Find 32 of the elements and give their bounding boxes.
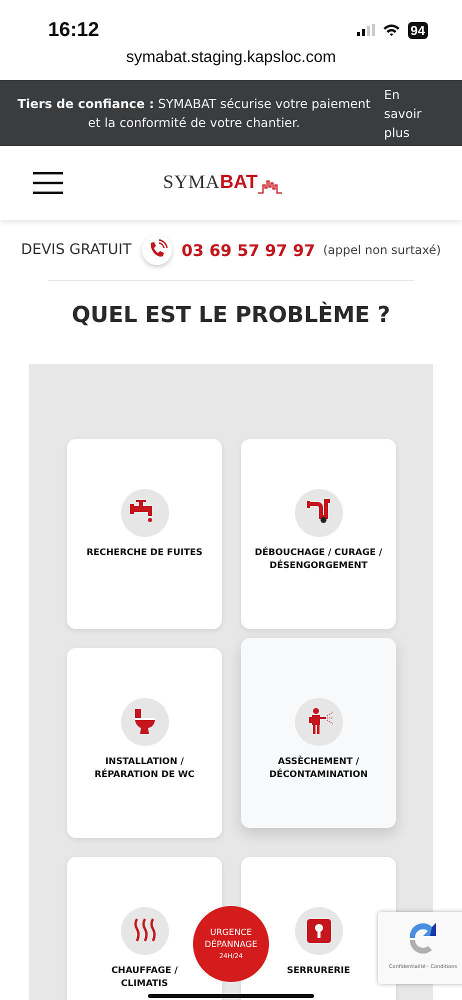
heat-waves-icon [120, 907, 168, 955]
faucet-icon [120, 489, 168, 537]
address-bar-url[interactable]: symabat.staging.kapsloc.com [0, 49, 462, 67]
service-label: DÉBOUCHAGE / CURAGE / DÉSENGORGEMENT [254, 547, 384, 573]
menu-icon [33, 172, 63, 194]
keyhole-icon [294, 907, 342, 955]
learn-more-link[interactable]: En savoir plus [384, 84, 432, 142]
service-card[interactable]: RECHERCHE DE FUITES [67, 439, 222, 629]
skyline-icon [258, 178, 282, 194]
service-card[interactable]: DÉBOUCHAGE / CURAGE / DÉSENGORGEMENT [241, 439, 396, 629]
signal-icon [356, 24, 375, 36]
logo-wordmark[interactable]: BAT [220, 172, 258, 194]
service-label: RECHERCHE DE FUITES [86, 547, 203, 560]
service-label: SERRURERIE [286, 965, 350, 978]
service-label: INSTALLATION / RÉPARATION DE WC [93, 756, 196, 782]
pipe-icon [294, 489, 342, 537]
toilet-icon [120, 698, 168, 746]
wifi-icon [382, 24, 400, 36]
clock-time: 16:12 [48, 18, 100, 42]
service-label: ASSÈCHEMENT / DÉCONTAMINATION [268, 756, 369, 782]
sprayer-person-icon [294, 698, 342, 746]
free-quote-label: DEVIS GRATUIT [21, 242, 132, 258]
logo-wordmark[interactable]: SYMA [163, 172, 220, 194]
service-card[interactable]: ASSÈCHEMENT / DÉCONTAMINATION [241, 638, 396, 828]
call-note: (appel non surtaxé) [323, 243, 441, 257]
battery-level: 94 [408, 22, 428, 38]
service-card[interactable]: INSTALLATION / RÉPARATION DE WC [67, 648, 222, 838]
section-title: QUEL EST LE PROBLÈME ? [70, 300, 392, 330]
trust-message: Tiers de confiance : SYMABAT sécurise votre paiement et la conformité de votre chantier. [16, 95, 372, 132]
phone-icon [142, 235, 172, 265]
service-label: CHAUFFAGE / CLIMATIS [111, 965, 178, 991]
phone-number-link[interactable]: 03 69 57 97 97 [182, 240, 316, 260]
